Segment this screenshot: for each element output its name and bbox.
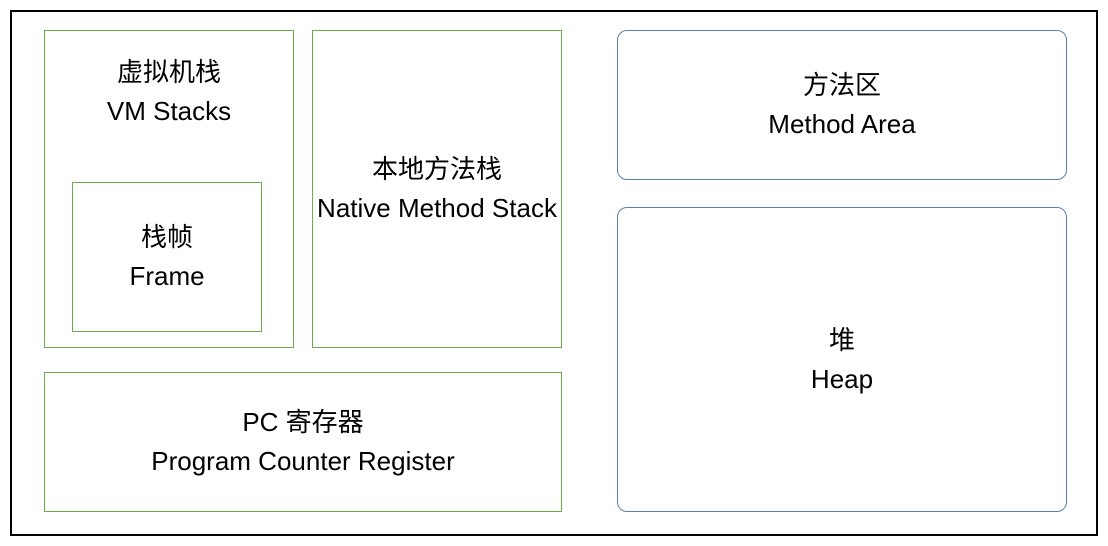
pc-register-box: PC 寄存器 Program Counter Register [44, 372, 562, 512]
heap-title-cn: 堆 [829, 321, 855, 360]
method-area-title-cn: 方法区 [803, 66, 881, 105]
method-area-title-en: Method Area [768, 105, 915, 144]
frame-title-en: Frame [129, 257, 204, 296]
frame-title-cn: 栈帧 [141, 218, 193, 257]
vm-stacks-title-cn: 虚拟机栈 [117, 53, 221, 92]
method-area-box: 方法区 Method Area [617, 30, 1067, 180]
heap-title-en: Heap [811, 360, 873, 399]
native-stack-title-cn: 本地方法栈 [372, 150, 502, 189]
native-stack-title-en: Native Method Stack [317, 189, 557, 228]
frame-box: 栈帧 Frame [72, 182, 262, 332]
jvm-memory-diagram: 虚拟机栈 VM Stacks 栈帧 Frame 本地方法栈 Native Met… [10, 10, 1098, 536]
native-method-stack-box: 本地方法栈 Native Method Stack [312, 30, 562, 348]
vm-stacks-title-en: VM Stacks [107, 92, 231, 131]
heap-box: 堆 Heap [617, 207, 1067, 512]
pc-register-title-cn: PC 寄存器 [242, 403, 363, 442]
pc-register-title-en: Program Counter Register [151, 442, 454, 481]
